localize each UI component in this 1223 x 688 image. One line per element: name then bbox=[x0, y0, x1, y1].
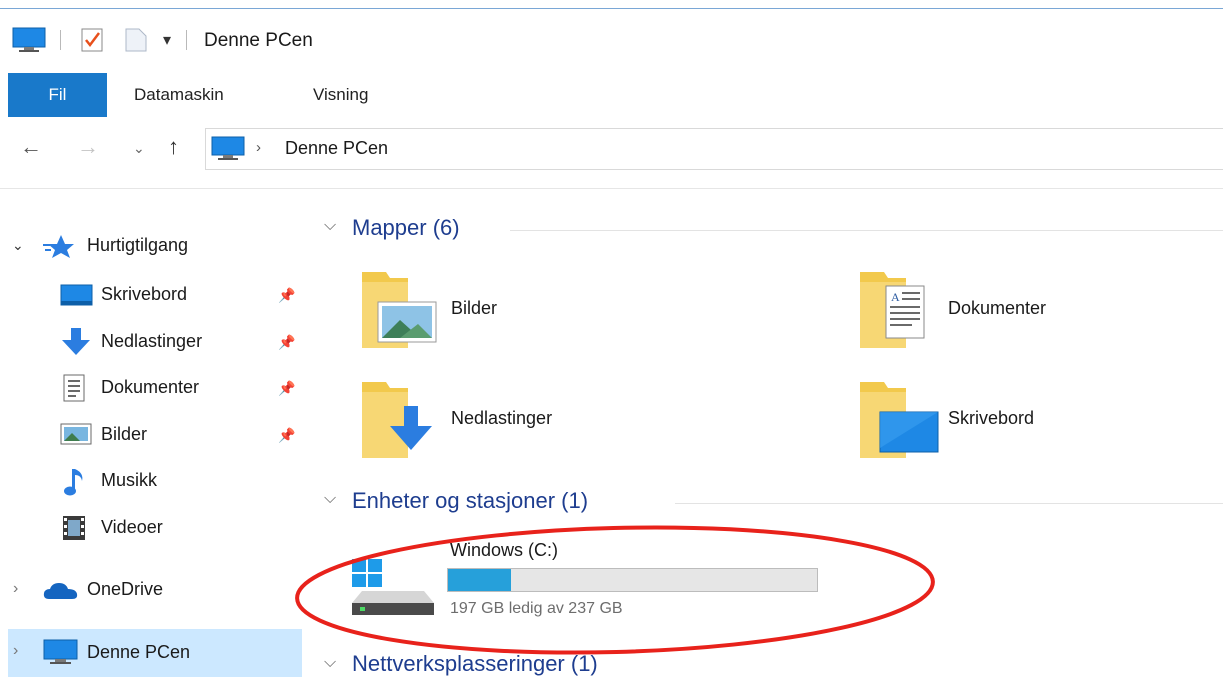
folder-label-bilder[interactable]: Bilder bbox=[451, 298, 497, 319]
sidebar-item-nedlastinger[interactable]: Nedlastinger bbox=[101, 331, 202, 352]
document-icon bbox=[63, 374, 85, 402]
onedrive-cloud-icon bbox=[43, 583, 78, 599]
collapse-group-icon[interactable]: ⌵ bbox=[324, 490, 336, 508]
tab-fil[interactable]: Fil bbox=[8, 73, 107, 117]
sidebar-item-bilder[interactable]: Bilder bbox=[101, 424, 147, 445]
window-title: Denne PCen bbox=[204, 30, 313, 51]
folder-label-nedlastinger[interactable]: Nedlastinger bbox=[451, 408, 552, 429]
sidebar-item-hurtigtilgang[interactable]: Hurtigtilgang bbox=[87, 235, 188, 256]
expand-quick-access-icon[interactable]: ⌄ bbox=[12, 237, 24, 254]
sidebar-item-skrivebord[interactable]: Skrivebord bbox=[101, 284, 187, 305]
sidebar-item-dokumenter[interactable]: Dokumenter bbox=[101, 377, 199, 398]
group-divider bbox=[510, 230, 1223, 231]
downloads-folder-icon bbox=[362, 382, 432, 458]
window-top-border bbox=[0, 8, 1223, 9]
music-icon bbox=[64, 469, 83, 496]
recent-locations-icon[interactable]: ⌄ bbox=[133, 140, 145, 157]
forward-button[interactable]: → bbox=[77, 134, 99, 160]
sidebar-item-musikk[interactable]: Musikk bbox=[101, 470, 157, 491]
new-folder-icon[interactable] bbox=[124, 27, 148, 53]
qa-separator bbox=[186, 30, 187, 50]
svg-text:A: A bbox=[891, 290, 900, 304]
group-header-folders[interactable]: Mapper (6) bbox=[352, 215, 460, 241]
desktop-folder-icon bbox=[860, 382, 939, 458]
qa-separator bbox=[60, 30, 61, 50]
sidebar-item-videoer[interactable]: Videoer bbox=[101, 517, 163, 538]
address-text[interactable]: Denne PCen bbox=[285, 138, 388, 159]
download-icon bbox=[62, 328, 90, 355]
collapse-group-icon[interactable]: ⌵ bbox=[324, 217, 336, 235]
this-pc-icon bbox=[12, 27, 46, 52]
back-button[interactable]: ← bbox=[20, 134, 42, 160]
sidebar-item-onedrive[interactable]: OneDrive bbox=[87, 579, 163, 600]
video-icon bbox=[63, 516, 85, 540]
address-this-pc-icon bbox=[211, 136, 245, 160]
title-bar: ▾ Denne PCen bbox=[0, 0, 1223, 70]
documents-folder-icon: A bbox=[860, 272, 925, 348]
expand-onedrive-icon[interactable]: › bbox=[13, 580, 18, 598]
properties-icon[interactable] bbox=[80, 27, 104, 53]
folder-label-dokumenter[interactable]: Dokumenter bbox=[948, 298, 1046, 319]
tab-datamaskin[interactable]: Datamaskin bbox=[134, 73, 224, 117]
sidebar-item-denne-pcen[interactable]: Denne PCen bbox=[87, 642, 190, 663]
folder-label-skrivebord[interactable]: Skrivebord bbox=[948, 408, 1034, 429]
pin-icon[interactable]: 📌 bbox=[278, 334, 295, 351]
pin-icon[interactable]: 📌 bbox=[278, 287, 295, 304]
pictures-icon bbox=[60, 423, 92, 445]
pin-icon[interactable]: 📌 bbox=[278, 380, 295, 397]
annotation-ellipse bbox=[295, 525, 935, 655]
nav-separator bbox=[0, 188, 1223, 189]
desktop-icon bbox=[60, 284, 93, 306]
breadcrumb-chevron-icon[interactable]: › bbox=[256, 139, 261, 156]
group-header-drives[interactable]: Enheter og stasjoner (1) bbox=[352, 488, 588, 514]
customize-qa-icon[interactable]: ▾ bbox=[163, 30, 171, 50]
expand-this-pc-icon[interactable]: › bbox=[13, 642, 18, 660]
pictures-folder-icon bbox=[362, 272, 437, 348]
quick-access-star-icon bbox=[43, 235, 74, 258]
pin-icon[interactable]: 📌 bbox=[278, 427, 295, 444]
up-button[interactable]: ↑ bbox=[168, 134, 179, 160]
group-divider bbox=[675, 503, 1223, 504]
this-pc-icon bbox=[43, 639, 78, 664]
tab-visning[interactable]: Visning bbox=[313, 73, 368, 117]
